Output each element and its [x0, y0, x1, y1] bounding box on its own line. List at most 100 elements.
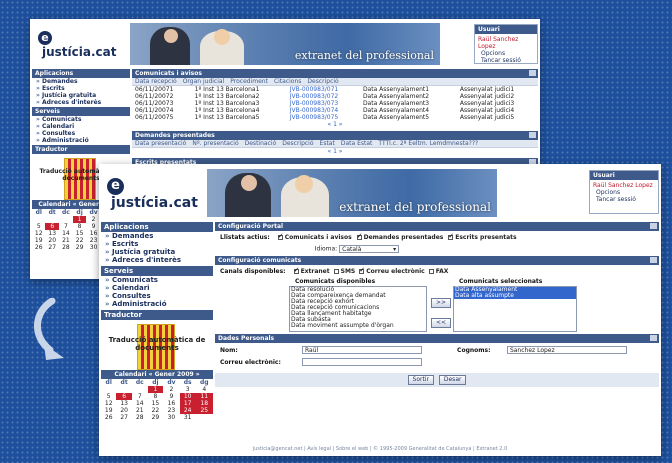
table-row[interactable]: 06/11/20074 1º Inst 13 Barcelona4 JVB-0009…: [132, 107, 538, 114]
sidebar-item-demandes[interactable]: Demandes: [101, 232, 213, 240]
calendar-day[interactable]: 28: [132, 414, 148, 421]
calendar-day[interactable]: 3: [180, 386, 196, 393]
calendar-day[interactable]: 12: [101, 400, 116, 407]
sidebar-item-comunicats[interactable]: Comunicats: [101, 276, 213, 284]
calendar-day[interactable]: 23: [163, 407, 180, 414]
remove-button[interactable]: <<: [431, 318, 452, 328]
calendar-day[interactable]: 17: [179, 400, 196, 407]
calendar-day[interactable]: 26: [101, 414, 116, 421]
list-item[interactable]: Data alta assumpte: [454, 293, 576, 299]
calendar-day[interactable]: 20: [45, 237, 58, 244]
checkbox-sms[interactable]: [333, 269, 339, 274]
calendar-day[interactable]: 28: [59, 244, 73, 251]
sidebar-item-justicia[interactable]: Justícia gratuïta: [32, 92, 130, 99]
calendar-day[interactable]: 29: [73, 244, 86, 251]
calendar-day[interactable]: 4: [196, 386, 213, 393]
column-header[interactable]: Estat: [317, 140, 338, 147]
sidebar-item-adreces[interactable]: Adreces d'interès: [101, 256, 213, 264]
column-header[interactable]: Descripció: [279, 140, 316, 147]
sidebar-item-consultes[interactable]: Consultes: [32, 130, 130, 137]
options-link[interactable]: Opcions: [475, 50, 537, 57]
checkbox-extranet[interactable]: [293, 266, 299, 274]
calendar-day[interactable]: 19: [101, 407, 116, 414]
calendar-day[interactable]: 21: [132, 407, 148, 414]
add-button[interactable]: >>: [431, 298, 452, 308]
calendar-day[interactable]: 1: [147, 386, 164, 393]
column-header[interactable]: TTTl.c. 2ª Eeltm. Lemdmnesta???: [375, 140, 481, 147]
collapse-icon[interactable]: [529, 132, 536, 138]
calendar-day[interactable]: 27: [116, 414, 131, 421]
sidebar-item-demandes[interactable]: Demandes: [32, 78, 130, 85]
checkbox-escrits[interactable]: [448, 232, 454, 240]
available-listbox[interactable]: Data resolució Data compareixença demanda…: [289, 286, 427, 332]
calendar-day[interactable]: 26: [32, 244, 45, 251]
sidebar-item-comunicats[interactable]: Comunicats: [32, 116, 130, 123]
table-row[interactable]: 06/11/20075 1º Inst 13 Barcelona5 JVB-0009…: [132, 114, 538, 121]
collapse-icon[interactable]: [529, 70, 536, 76]
cognoms-input[interactable]: Sanchez Lopez: [506, 346, 627, 354]
sidebar-item-escrits[interactable]: Escrits: [32, 85, 130, 92]
sidebar-item-calendari[interactable]: Calendari: [101, 284, 213, 292]
save-button[interactable]: Desar: [438, 375, 467, 385]
column-header[interactable]: Nº. presentació: [189, 140, 241, 147]
calendar-day[interactable]: 22: [73, 237, 86, 244]
list-item[interactable]: Data moviment assumpte d'òrgan: [290, 323, 426, 329]
table-row[interactable]: 06/11/20071 1º Inst 13 Barcelona1 JVB-0009…: [132, 86, 538, 93]
calendar-day[interactable]: 21: [59, 237, 73, 244]
table-row[interactable]: 06/11/20073 1º Inst 13 Barcelona3 JVB-0009…: [132, 100, 538, 107]
calendar-day[interactable]: 22: [148, 407, 163, 414]
calendar-day[interactable]: 7: [132, 393, 148, 400]
calendar-day[interactable]: 9: [163, 393, 180, 400]
calendar-day[interactable]: 2: [163, 386, 180, 393]
calendar-day[interactable]: 6: [45, 223, 59, 230]
translator-box[interactable]: Traducció automàtica de documents: [101, 320, 213, 370]
exit-button[interactable]: Sortir: [407, 375, 434, 385]
sidebar-item-consultes[interactable]: Consultes: [101, 292, 213, 300]
sidebar-item-administracio[interactable]: Administració: [101, 300, 213, 308]
calendar-day[interactable]: 15: [73, 230, 86, 237]
calendar-day[interactable]: 8: [73, 223, 86, 230]
sidebar-item-calendari[interactable]: Calendari: [32, 123, 130, 130]
calendar-day[interactable]: 1: [72, 216, 87, 223]
sidebar-item-adreces[interactable]: Adreces d'interès: [32, 99, 130, 106]
table-cell[interactable]: JVB-000983/072: [287, 93, 360, 100]
logout-link[interactable]: Tancar sessió: [475, 57, 537, 64]
column-header[interactable]: Destinació: [242, 140, 280, 147]
calendar-day[interactable]: 14: [132, 400, 148, 407]
logout-link[interactable]: Tancar sessió: [590, 196, 658, 203]
sidebar-item-administracio[interactable]: Administració: [32, 137, 130, 144]
table-row[interactable]: 06/11/20072 1º Inst 13 Barcelona2 JVB-0009…: [132, 93, 538, 100]
calendar-day[interactable]: 15: [148, 400, 163, 407]
column-header[interactable]: Procediment: [227, 78, 271, 85]
table-cell[interactable]: JVB-000983/071: [287, 86, 360, 93]
column-header[interactable]: Òrgan judicial: [180, 78, 228, 85]
calendar-day[interactable]: 31: [180, 414, 196, 421]
calendar-day[interactable]: 30: [163, 414, 180, 421]
checkbox-demandes[interactable]: [356, 232, 362, 240]
calendar-day[interactable]: 20: [116, 407, 131, 414]
sidebar-item-escrits[interactable]: Escrits: [101, 240, 213, 248]
calendar-day[interactable]: 6: [116, 393, 132, 400]
nom-input[interactable]: Raül: [302, 346, 422, 354]
collapse-icon[interactable]: [650, 257, 657, 263]
pager[interactable]: « 1 »: [132, 148, 538, 155]
calendar-day[interactable]: 5: [32, 223, 45, 230]
collapse-icon[interactable]: [650, 223, 657, 229]
calendar-day[interactable]: 11: [195, 393, 213, 400]
idioma-select[interactable]: Català ▾: [339, 245, 400, 253]
checkbox-correu-electr-nic[interactable]: [359, 266, 365, 274]
calendar-day[interactable]: 14: [59, 230, 73, 237]
calendar-day[interactable]: 13: [116, 400, 131, 407]
column-header[interactable]: Citacions: [271, 78, 304, 85]
pager[interactable]: « 1 »: [132, 121, 538, 128]
calendar-day[interactable]: 29: [148, 414, 163, 421]
calendar-day[interactable]: 10: [179, 393, 196, 400]
table-cell[interactable]: JVB-000983/075: [287, 114, 360, 121]
checkbox-fax[interactable]: [428, 269, 434, 274]
column-header[interactable]: Data presentació: [132, 140, 189, 147]
checkbox-comunicats[interactable]: [277, 232, 284, 240]
email-input[interactable]: [302, 358, 422, 366]
table-cell[interactable]: JVB-000983/073: [287, 100, 360, 107]
calendar-day[interactable]: 12: [32, 230, 45, 237]
calendar-day[interactable]: 24: [179, 407, 196, 414]
